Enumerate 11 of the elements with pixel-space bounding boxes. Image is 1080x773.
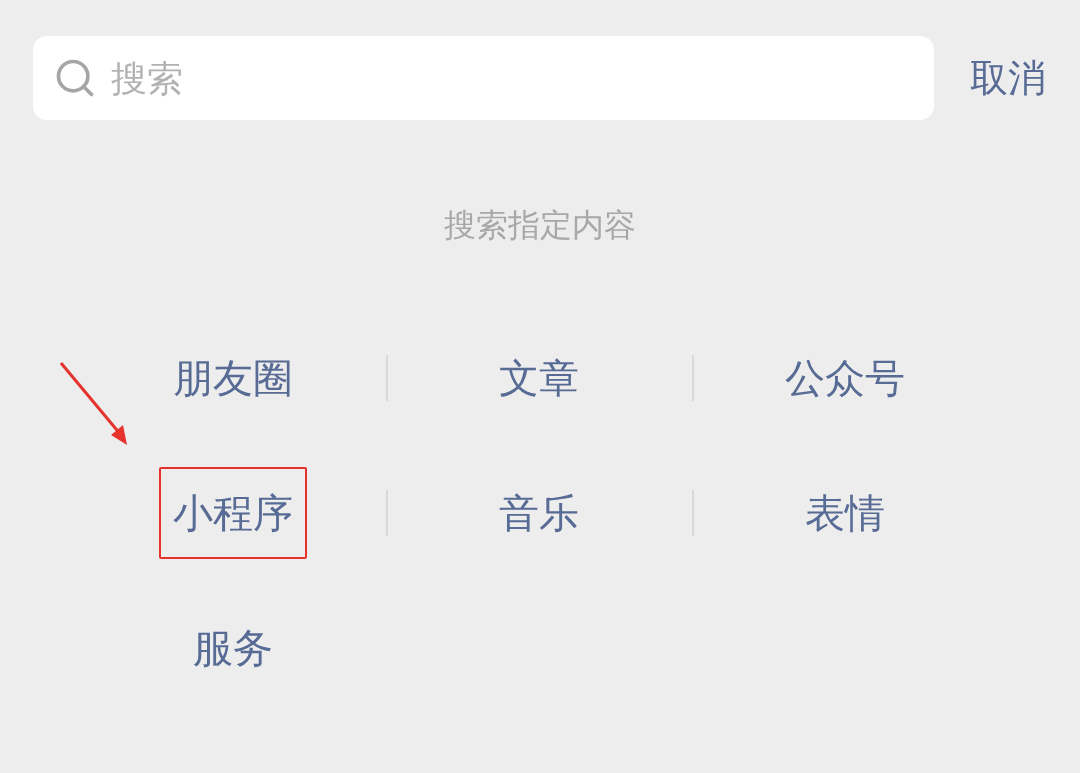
search-category[interactable]: 公众号	[771, 331, 919, 424]
search-category[interactable]: 表情	[791, 466, 899, 559]
search-category[interactable]: 服务	[179, 601, 287, 694]
search-category[interactable]: 文章	[485, 331, 593, 424]
search-category[interactable]: 音乐	[485, 466, 593, 559]
section-heading: 搜索指定内容	[443, 205, 637, 246]
search-bar[interactable]: 搜索	[33, 36, 934, 120]
search-category[interactable]: 朋友圈	[159, 331, 307, 424]
cancel-button[interactable]: 取消	[970, 52, 1046, 104]
search-field[interactable]: 搜索	[109, 56, 934, 100]
search-category[interactable]: 小程序	[159, 466, 307, 559]
